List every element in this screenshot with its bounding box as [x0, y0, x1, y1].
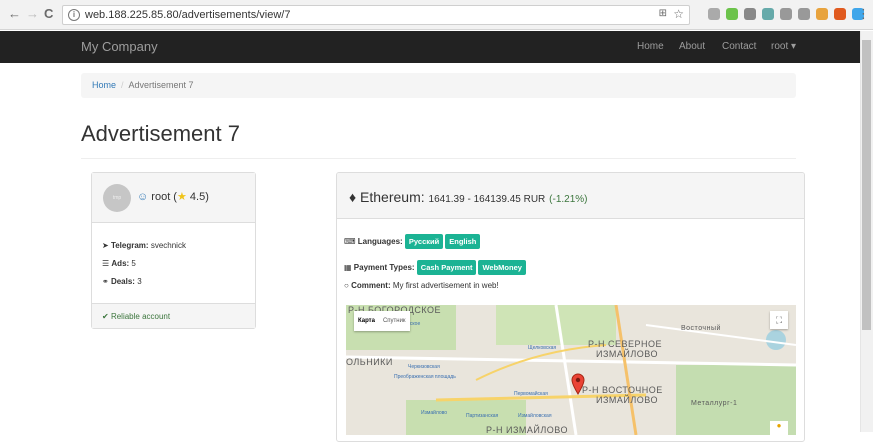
- ads-line: ☰ Ads: 5: [102, 259, 136, 268]
- languages-line: ⌨ Languages: Русский English: [344, 234, 482, 249]
- forward-button[interactable]: →: [26, 7, 39, 21]
- price-change: (-1.21%): [549, 194, 588, 205]
- map-label: Р-Н ВОСТОЧНОЕ: [582, 385, 663, 395]
- extension-icon[interactable]: [834, 8, 846, 20]
- map-label: Металлург-1: [691, 400, 738, 407]
- ad-title: ♦ Ethereum: 1641.39 - 164139.45 RUR (-1.…: [349, 189, 588, 205]
- user-name[interactable]: root (: [151, 191, 177, 203]
- star-icon[interactable]: ☆: [673, 7, 684, 21]
- metro-label: Щелковская: [528, 345, 557, 351]
- breadcrumb: Home / Advertisement 7: [81, 73, 796, 98]
- ad-panel-header: ♦ Ethereum: 1641.39 - 164139.45 RUR (-1.…: [337, 173, 804, 219]
- nav-home[interactable]: Home: [637, 41, 664, 52]
- pegman-icon[interactable]: ●: [770, 421, 788, 435]
- map-marker-icon[interactable]: [571, 373, 585, 395]
- translate-icon[interactable]: ⊞: [659, 8, 667, 19]
- map-label: Р-Н СЕВЕРНОЕ: [588, 339, 663, 349]
- reliable-label: Reliable account: [110, 312, 171, 321]
- extension-icon[interactable]: [798, 8, 810, 20]
- telegram-label: Telegram:: [110, 241, 149, 250]
- ad-panel: ♦ Ethereum: 1641.39 - 164139.45 RUR (-1.…: [336, 172, 805, 442]
- extension-icon[interactable]: [726, 8, 738, 20]
- extension-icon[interactable]: [708, 8, 720, 20]
- fullscreen-icon[interactable]: ⛶: [770, 311, 788, 329]
- map-label: Восточный: [681, 325, 721, 332]
- breadcrumb-home[interactable]: Home: [92, 80, 116, 90]
- map-type-satellite[interactable]: Спутник: [379, 318, 410, 324]
- nav-user-dropdown[interactable]: root ▾: [771, 41, 796, 52]
- user-rating: 4.5): [189, 191, 209, 203]
- navbar: My Company Home About Contact root ▾: [0, 31, 860, 63]
- breadcrumb-separator: /: [121, 80, 124, 90]
- scrollbar-thumb[interactable]: [862, 40, 871, 330]
- reload-button[interactable]: C: [44, 7, 53, 21]
- nav-contact[interactable]: Contact: [722, 41, 756, 52]
- payment-badge-webmoney: WebMoney: [478, 260, 526, 275]
- credit-card-icon: ▦: [344, 263, 352, 272]
- address-bar[interactable]: i web.188.225.85.80/advertisements/view/…: [62, 5, 690, 25]
- map-label: ОЛЬНИКИ: [346, 357, 393, 367]
- map[interactable]: Р-Н БОГОРОДСКОЕ Р-Н СЕВЕРНОЕ ИЗМАЙЛОВО Р…: [346, 305, 796, 435]
- telegram-value: svechnick: [150, 241, 186, 250]
- comment-line: ○ Comment: My first advertisement in web…: [344, 281, 499, 290]
- deals-label: Deals:: [110, 277, 135, 286]
- map-type-control: Карта Спутник: [354, 311, 410, 331]
- ads-value: 5: [131, 259, 136, 268]
- comment-label: Comment:: [351, 281, 391, 290]
- info-icon[interactable]: i: [68, 9, 80, 21]
- handshake-icon: ⚭: [102, 277, 109, 286]
- list-icon: ☰: [102, 259, 110, 268]
- extension-icon[interactable]: [816, 8, 828, 20]
- language-badge-ru: Русский: [404, 234, 444, 249]
- user-panel-header: tmp ☺ root (★ 4.5): [92, 173, 255, 223]
- page-title: Advertisement 7: [81, 121, 240, 146]
- language-icon: ⌨: [344, 237, 356, 246]
- browser-toolbar: ← → C i web.188.225.85.80/advertisements…: [0, 0, 873, 30]
- ethereum-icon: ♦: [349, 189, 357, 205]
- language-badge-en: English: [445, 234, 481, 249]
- metro-label: Черкизовская: [408, 364, 440, 370]
- user-panel: tmp ☺ root (★ 4.5) ➤ Telegram: svechnick…: [91, 172, 256, 329]
- telegram-line: ➤ Telegram: svechnick: [102, 241, 186, 250]
- payment-line: ▦ Payment Types: Cash Payment WebMoney: [344, 260, 528, 275]
- payment-label: Payment Types:: [353, 263, 415, 272]
- comment-icon: ○: [344, 281, 349, 290]
- reliable-account: ✔ Reliable account: [92, 303, 255, 328]
- metro-label: Измайловская: [518, 413, 552, 419]
- extension-icon[interactable]: [744, 8, 756, 20]
- telegram-icon: ➤: [102, 241, 109, 250]
- map-label: Р-Н ИЗМАЙЛОВО: [486, 425, 568, 435]
- metro-label: Первомайская: [514, 391, 548, 397]
- extension-icon[interactable]: [780, 8, 792, 20]
- user-name-line: ☺ root (★ 4.5): [137, 190, 209, 203]
- avatar: tmp: [103, 184, 131, 212]
- languages-label: Languages:: [357, 237, 403, 246]
- deals-value: 3: [137, 277, 142, 286]
- thumbs-up-icon: ✔: [102, 312, 109, 321]
- nav-about[interactable]: About: [679, 41, 705, 52]
- divider: [81, 158, 796, 159]
- map-label: ИЗМАЙЛОВО: [596, 395, 658, 405]
- menu-icon[interactable]: ⋮: [857, 7, 870, 21]
- deals-line: ⚭ Deals: 3: [102, 277, 142, 286]
- back-button[interactable]: ←: [8, 7, 21, 21]
- price-range: 1641.39 - 164139.45 RUR: [428, 194, 546, 205]
- metro-label: Партизанская: [466, 413, 499, 419]
- metro-label: Измайлово: [421, 410, 448, 416]
- brand-link[interactable]: My Company: [81, 39, 158, 54]
- extension-icon[interactable]: [762, 8, 774, 20]
- star-rating-icon: ★: [176, 191, 187, 203]
- payment-badge-cash: Cash Payment: [416, 260, 477, 275]
- currency-name: Ethereum:: [360, 189, 425, 205]
- ads-label: Ads:: [111, 259, 130, 268]
- comment-text: My first advertisement in web!: [392, 281, 499, 290]
- user-icon: ☺: [137, 191, 149, 203]
- metro-label: Преображенская площадь: [394, 374, 456, 380]
- breadcrumb-current: Advertisement 7: [128, 80, 194, 90]
- url-text: web.188.225.85.80/advertisements/view/7: [85, 9, 291, 21]
- map-label: ИЗМАЙЛОВО: [596, 349, 658, 359]
- map-type-map[interactable]: Карта: [354, 318, 379, 324]
